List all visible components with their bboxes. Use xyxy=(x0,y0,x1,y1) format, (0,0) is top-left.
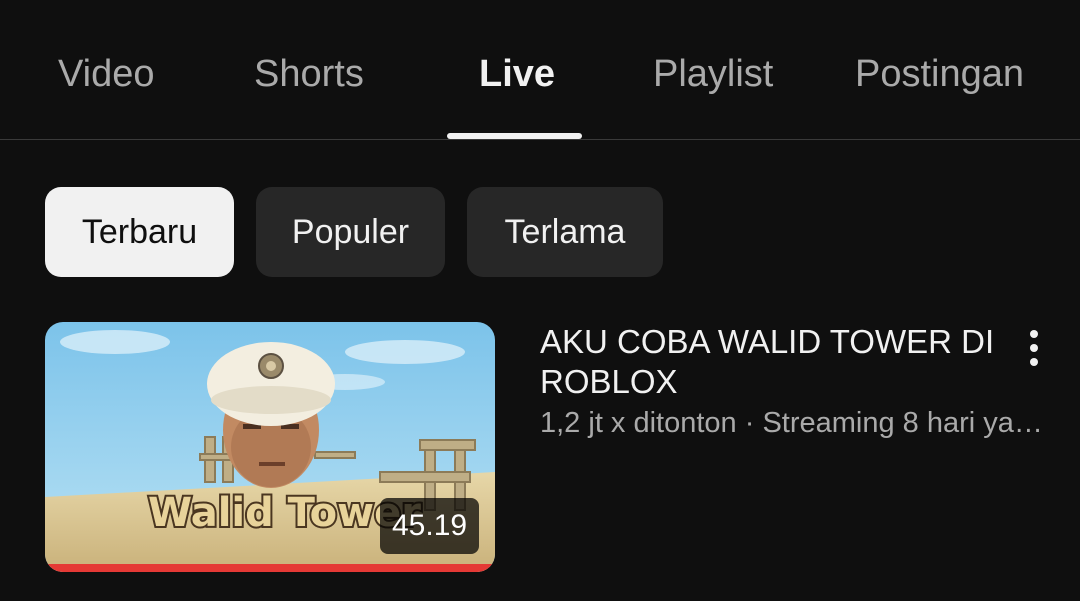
duration-badge: 45.19 xyxy=(380,498,480,554)
tab-video[interactable]: Video xyxy=(58,48,155,100)
tab-live[interactable]: Live xyxy=(479,48,555,100)
more-vert-icon[interactable] xyxy=(1012,322,1056,372)
tab-postingan[interactable]: Postingan xyxy=(855,48,1024,100)
filter-chip-terlama[interactable]: Terlama xyxy=(467,187,663,277)
tab-playlist[interactable]: Playlist xyxy=(653,48,773,100)
filter-chip-populer[interactable]: Populer xyxy=(256,187,445,277)
video-title[interactable]: AKU COBA WALID TOWER DI ROBLOX xyxy=(540,322,1010,402)
tab-shorts[interactable]: Shorts xyxy=(254,48,364,100)
watch-progress-bar xyxy=(45,564,495,572)
channel-tab-bar: Video Shorts Live Playlist Postingan xyxy=(0,0,1080,140)
active-tab-indicator xyxy=(447,133,582,139)
video-thumbnail[interactable]: Walid Tower 45.19 xyxy=(45,322,495,572)
video-metadata: 1,2 jt x ditonton · Streaming 8 hari yan… xyxy=(540,407,1045,439)
filter-chip-terbaru[interactable]: Terbaru xyxy=(45,187,234,277)
